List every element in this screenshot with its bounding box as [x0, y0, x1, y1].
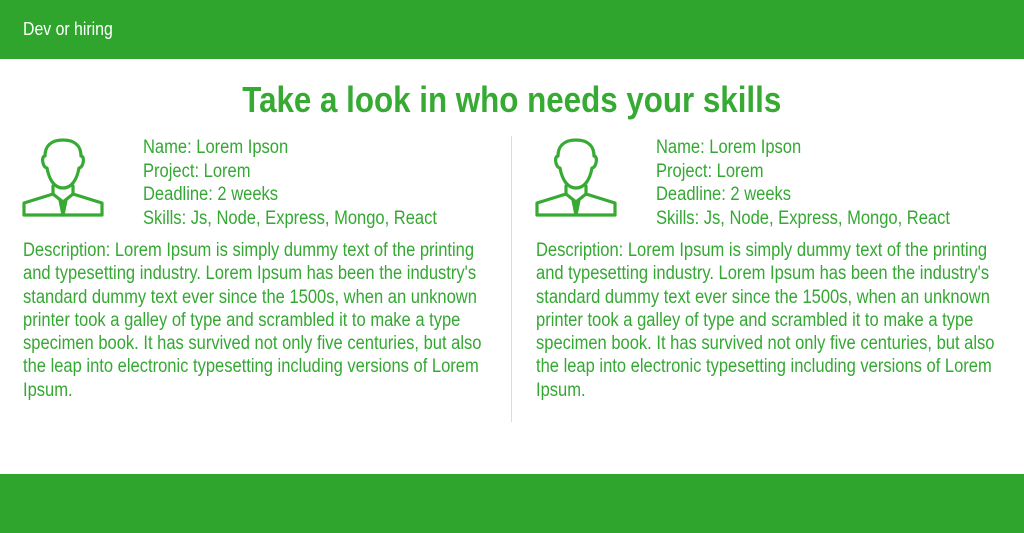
job-project: Project: Lorem — [656, 160, 764, 182]
brand-link[interactable]: Dev or hiring — [23, 18, 113, 40]
job-project: Project: Lorem — [143, 160, 251, 182]
job-card: Name: Lorem Ipson Project: Lorem Deadlin… — [535, 136, 1024, 416]
user-avatar-icon — [535, 136, 617, 218]
top-nav-bar: Dev or hiring — [0, 0, 1024, 59]
page-headline: Take a look in who needs your skills — [0, 78, 1024, 122]
user-avatar-icon — [22, 136, 104, 218]
job-skills: Skills: Js, Node, Express, Mongo, React — [656, 207, 950, 229]
job-name: Name: Lorem Ipson — [656, 137, 802, 158]
job-deadline: Deadline: 2 weeks — [143, 184, 279, 205]
job-info: Name: Lorem Ipson Project: Lorem Deadlin… — [143, 136, 481, 230]
footer-bar — [0, 474, 1024, 533]
job-name: Name: Lorem Ipson — [143, 137, 289, 158]
job-skills: Skills: Js, Node, Express, Mongo, React — [143, 207, 437, 229]
job-card: Name: Lorem Ipson Project: Lorem Deadlin… — [22, 136, 512, 416]
job-deadline: Deadline: 2 weeks — [656, 184, 792, 205]
job-info: Name: Lorem Ipson Project: Lorem Deadlin… — [656, 136, 994, 230]
page-headline-text: Take a look in who needs your skills — [242, 79, 782, 120]
job-description: Description: Lorem Ipsum is simply dummy… — [536, 240, 995, 401]
job-description: Description: Lorem Ipsum is simply dummy… — [23, 240, 482, 401]
